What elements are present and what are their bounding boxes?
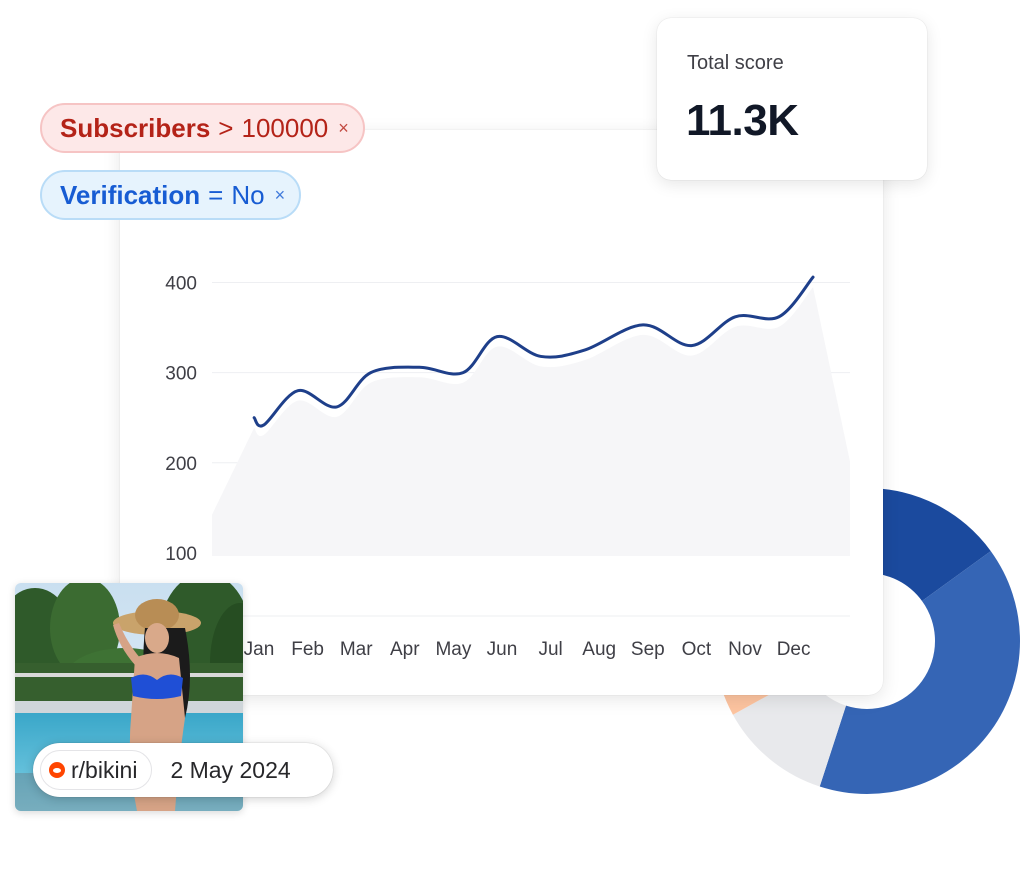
filter-operator: > [218,112,234,143]
post-info-pill: r/bikini 2 May 2024 [33,743,333,797]
x-tick-label: Aug [582,639,616,660]
filter-operator: = [208,179,224,210]
close-icon[interactable]: × [275,185,286,206]
x-tick-label: Nov [728,639,762,660]
y-tick-label: 300 [165,364,197,385]
x-tick-label: Oct [682,639,712,660]
x-tick-label: Jul [538,639,562,660]
subreddit-chip[interactable]: r/bikini [40,750,153,790]
close-icon[interactable]: × [338,118,349,139]
subreddit-name: r/bikini [71,756,138,783]
total-score-card: Total score 11.3K [657,18,927,180]
x-tick-label: Apr [390,639,420,660]
x-tick-label: Jan [244,639,275,660]
filter-key: Verification [60,179,201,210]
filter-value: 100000 [241,112,329,143]
x-tick-label: Jun [487,639,518,660]
x-tick-label: Sep [631,639,665,660]
x-tick-label: Dec [777,639,811,660]
filter-key: Subscribers [60,112,211,143]
x-tick-label: May [435,639,471,660]
y-tick-label: 100 [165,544,197,565]
x-tick-label: Mar [340,639,373,660]
reddit-icon [49,762,65,778]
score-label: Total score [687,52,784,74]
series-area [212,287,850,556]
filter-value: No [231,179,265,210]
y-tick-label: 200 [165,454,197,475]
y-tick-label: 400 [165,274,197,295]
post-date: 2 May 2024 [170,756,291,783]
filter-chip-verification[interactable]: Verification = No × [40,170,302,220]
x-tick-label: Feb [291,639,324,660]
score-value: 11.3K [686,96,799,145]
filter-chip-subscribers[interactable]: Subscribers > 100000 × [40,103,365,153]
series-group [212,275,850,556]
